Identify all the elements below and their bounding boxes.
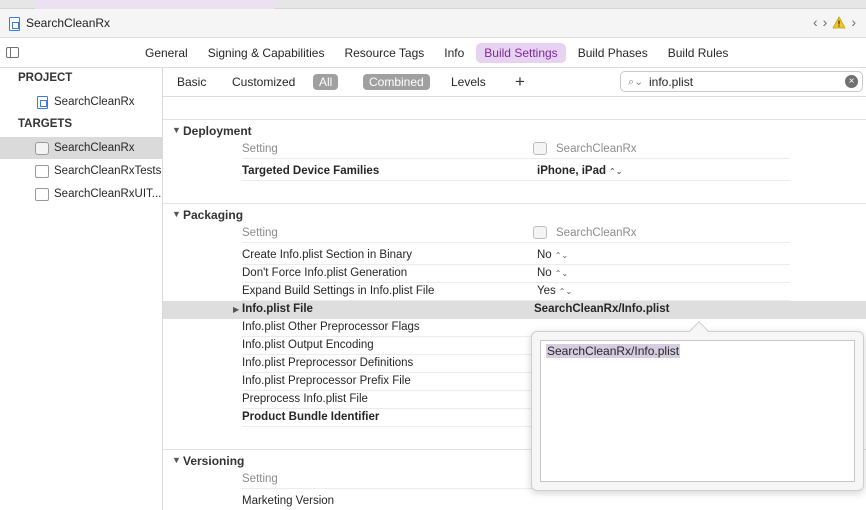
disclosure-open-icon[interactable]: ▼ <box>172 455 181 465</box>
project-navigator: PROJECT SearchCleanRx TARGETS SearchClea… <box>0 68 163 510</box>
target-name: SearchCleanRxTests <box>54 165 162 177</box>
search-input[interactable] <box>649 74 839 89</box>
setting-value[interactable]: No ⌃⌄ <box>537 267 568 279</box>
clear-search-icon[interactable]: × <box>845 75 858 88</box>
column-header-row: Setting SearchCleanRx <box>242 141 790 159</box>
app-target-icon <box>35 141 49 155</box>
combined-view-button[interactable]: Combined <box>363 74 430 90</box>
tab-build-rules[interactable]: Build Rules <box>660 43 737 63</box>
target-item-uitests[interactable]: SearchCleanRxUIT... <box>0 183 162 205</box>
disclosure-closed-icon[interactable]: ▶ <box>233 305 239 314</box>
selected-setting-row[interactable]: ▶ Info.plist File SearchCleanRx/Info.pli… <box>163 301 866 319</box>
uitest-target-icon <box>35 187 49 201</box>
build-settings-filter-bar: Basic Customized All Combined Levels + ⌕… <box>163 68 866 97</box>
jump-bar-controls: ‹ › › <box>813 14 856 30</box>
project-item[interactable]: SearchCleanRx <box>0 91 162 113</box>
add-setting-button[interactable]: + <box>515 72 525 92</box>
setting-value[interactable]: SearchCleanRx/Info.plist <box>534 303 669 315</box>
project-name: SearchCleanRx <box>54 96 135 108</box>
filter-all-button[interactable]: All <box>313 74 339 90</box>
tab-signing-capabilities[interactable]: Signing & Capabilities <box>200 43 333 63</box>
setting-column-header: Setting <box>242 143 278 155</box>
disclosure-open-icon[interactable]: ▼ <box>172 209 181 219</box>
setting-label: Info.plist Preprocessor Definitions <box>242 357 414 369</box>
targets-section-header: TARGETS <box>18 118 73 130</box>
setting-label: Info.plist File <box>242 303 313 315</box>
tab-info[interactable]: Info <box>436 43 472 63</box>
filter-basic-button[interactable]: Basic <box>177 74 206 90</box>
filter-customized-button[interactable]: Customized <box>232 74 295 90</box>
setting-label: Create Info.plist Section in Binary <box>242 249 413 261</box>
active-window-tab[interactable] <box>35 0 275 9</box>
setting-label: Info.plist Preprocessor Prefix File <box>242 375 411 387</box>
popup-arrows-icon: ⌃⌄ <box>554 269 569 278</box>
setting-column-header: Setting <box>242 473 278 485</box>
search-icon: ⌕⌄ <box>628 76 644 88</box>
setting-label: Info.plist Other Preprocessor Flags <box>242 321 420 333</box>
levels-view-button[interactable]: Levels <box>451 74 486 90</box>
forward-chevron-icon[interactable]: › <box>823 14 828 30</box>
project-section-header: PROJECT <box>18 72 73 84</box>
related-items-chevron-icon[interactable]: › <box>851 14 856 30</box>
popup-arrows-icon: ⌃⌄ <box>554 251 569 260</box>
setting-row[interactable]: Marketing Version <box>242 493 790 510</box>
project-file-icon <box>37 95 48 109</box>
setting-row[interactable]: Expand Build Settings in Info.plist File… <box>242 283 790 301</box>
setting-label: Info.plist Output Encoding <box>242 339 374 351</box>
tab-build-settings[interactable]: Build Settings <box>476 43 566 63</box>
popup-arrows-icon: ⌃⌄ <box>609 167 623 176</box>
group-title: Versioning <box>183 454 245 468</box>
warning-icon[interactable] <box>832 15 847 29</box>
setting-value[interactable]: iPhone, iPad ⌃⌄ <box>537 165 622 177</box>
app-target-icon <box>533 226 547 239</box>
group-packaging[interactable]: ▼ Packaging <box>163 203 866 223</box>
popup-arrows-icon: ⌃⌄ <box>558 287 573 296</box>
setting-row[interactable]: Don't Force Info.plist Generation No ⌃⌄ <box>242 265 790 283</box>
setting-label: Marketing Version <box>242 495 335 507</box>
app-target-icon <box>533 142 547 155</box>
file-title[interactable]: SearchCleanRx <box>26 16 110 30</box>
editor-selected-text[interactable]: SearchCleanRx/Info.plist <box>546 344 681 358</box>
setting-label: Preprocess Info.plist File <box>242 393 368 405</box>
target-item-app[interactable]: SearchCleanRx <box>0 137 162 159</box>
group-title: Packaging <box>183 208 244 222</box>
editor-tab-bar: General Signing & Capabilities Resource … <box>0 38 866 68</box>
group-deployment[interactable]: ▼ Deployment <box>163 119 866 139</box>
settings-search-field[interactable]: ⌕⌄ × <box>620 71 863 92</box>
target-name: SearchCleanRx <box>54 142 135 154</box>
tab-general[interactable]: General <box>137 43 196 63</box>
setting-row[interactable]: Targeted Device Families iPhone, iPad ⌃⌄ <box>242 163 790 181</box>
setting-label: Don't Force Info.plist Generation <box>242 267 408 279</box>
target-name: SearchCleanRxUIT... <box>54 188 162 200</box>
setting-value[interactable]: No ⌃⌄ <box>537 249 568 261</box>
editor-tabs: General Signing & Capabilities Resource … <box>137 43 736 63</box>
project-file-icon <box>9 17 20 31</box>
back-chevron-icon[interactable]: ‹ <box>813 14 818 30</box>
value-editor-popover: SearchCleanRx/Info.plist <box>531 321 864 491</box>
jump-bar: SearchCleanRx ‹ › › <box>0 9 866 38</box>
window-tab-strip <box>0 0 866 9</box>
group-title: Deployment <box>183 124 252 138</box>
test-target-icon <box>35 164 49 178</box>
target-column-header: SearchCleanRx <box>533 226 637 239</box>
tab-build-phases[interactable]: Build Phases <box>570 43 656 63</box>
target-column-header: SearchCleanRx <box>533 142 637 155</box>
setting-label: Targeted Device Families <box>242 165 380 177</box>
tab-resource-tags[interactable]: Resource Tags <box>336 43 432 63</box>
target-item-tests[interactable]: SearchCleanRxTests <box>0 160 162 182</box>
sidebar-toggle-icon[interactable] <box>6 47 19 58</box>
setting-column-header: Setting <box>242 227 278 239</box>
setting-label: Product Bundle Identifier <box>242 411 380 423</box>
setting-row[interactable]: Create Info.plist Section in Binary No ⌃⌄ <box>242 247 790 265</box>
setting-label: Expand Build Settings in Info.plist File <box>242 285 435 297</box>
column-header-row: Setting SearchCleanRx <box>242 225 790 243</box>
setting-value[interactable]: Yes ⌃⌄ <box>537 285 572 297</box>
disclosure-open-icon[interactable]: ▼ <box>172 125 181 135</box>
value-text-editor[interactable]: SearchCleanRx/Info.plist <box>540 340 855 482</box>
